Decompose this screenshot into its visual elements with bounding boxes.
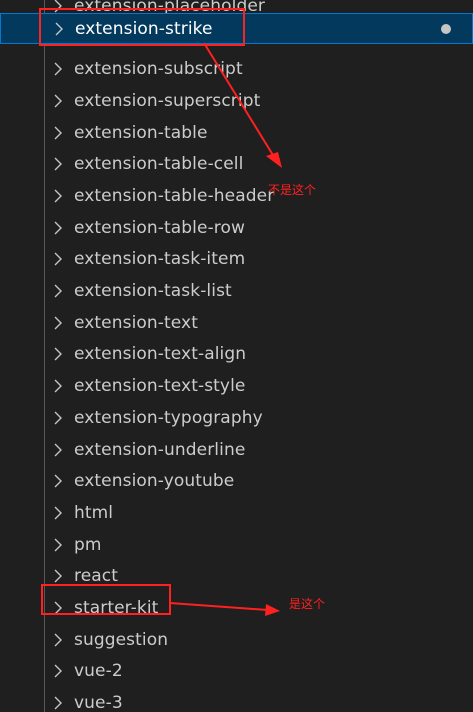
tree-item-vue-3[interactable]: vue-3 <box>0 688 473 712</box>
annotation-is-this: 是这个 <box>289 597 326 611</box>
tree-item-label: extension-table <box>74 122 208 143</box>
chevron-right-icon[interactable] <box>53 696 63 710</box>
chevron-right-icon[interactable] <box>53 347 63 361</box>
chevron-right-icon[interactable] <box>53 94 63 108</box>
tree-item-label: extension-text-style <box>74 376 246 397</box>
chevron-right-icon[interactable] <box>53 379 63 393</box>
chevron-right-icon[interactable] <box>53 0 63 13</box>
tree-item-extension-subscript[interactable]: extension-subscript <box>0 54 473 84</box>
tree-item-label: extension-superscript <box>74 91 261 112</box>
tree-item-label: pm <box>74 534 102 555</box>
chevron-right-icon[interactable] <box>53 538 63 552</box>
tree-item-extension-superscript[interactable]: extension-superscript <box>0 86 473 116</box>
tree-item-extension-underline[interactable]: extension-underline <box>0 435 473 465</box>
tree-item-extension-text-style[interactable]: extension-text-style <box>0 371 473 401</box>
tree-item-extension-youtube[interactable]: extension-youtube <box>0 466 473 496</box>
chevron-right-icon[interactable] <box>53 252 63 266</box>
tree-item-label: suggestion <box>74 629 169 650</box>
chevron-right-icon[interactable] <box>53 633 63 647</box>
chevron-right-icon[interactable] <box>53 189 63 203</box>
tree-item-react[interactable]: react <box>0 561 473 591</box>
chevron-right-icon[interactable] <box>53 474 63 488</box>
annotation-not-this: 不是这个 <box>268 183 317 197</box>
tree-item-label: extension-text <box>74 312 198 333</box>
tree-item-extension-table-row[interactable]: extension-table-row <box>0 213 473 243</box>
tree-item-label: starter-kit <box>74 597 159 618</box>
tree-item-label: extension-table-cell <box>74 154 244 175</box>
tree-item-label: vue-3 <box>74 692 123 712</box>
tree-item-label: vue-2 <box>74 661 123 682</box>
tree-item-label: extension-strike <box>75 19 213 39</box>
chevron-right-icon[interactable] <box>53 569 63 583</box>
tree-item-label: extension-youtube <box>74 471 235 492</box>
chevron-right-icon[interactable] <box>53 664 63 678</box>
tree-item-label: extension-task-list <box>74 281 232 302</box>
tree-item-extension-text-align[interactable]: extension-text-align <box>0 339 473 369</box>
chevron-right-icon[interactable] <box>53 221 63 235</box>
tree-item-extension-text[interactable]: extension-text <box>0 308 473 338</box>
tree-item-starter-kit[interactable]: starter-kit <box>0 593 473 623</box>
tree-item-extension-typography[interactable]: extension-typography <box>0 403 473 433</box>
tree-item-label: extension-task-item <box>74 249 246 270</box>
chevron-right-icon[interactable] <box>53 316 63 330</box>
tree-item-extension-table-header[interactable]: extension-table-header <box>0 181 473 211</box>
tree-item-suggestion[interactable]: suggestion <box>0 625 473 655</box>
chevron-right-icon[interactable] <box>53 157 63 171</box>
tree-item-extension-task-list[interactable]: extension-task-list <box>0 276 473 306</box>
chevron-right-icon[interactable] <box>53 443 63 457</box>
chevron-right-icon[interactable] <box>53 62 63 76</box>
tree-item-label: extension-table-header <box>74 186 275 207</box>
tree-item-vue-2[interactable]: vue-2 <box>0 656 473 686</box>
tree-item-pm[interactable]: pm <box>0 530 473 560</box>
chevron-right-icon[interactable] <box>53 284 63 298</box>
chevron-right-icon[interactable] <box>53 601 63 615</box>
tree-item-extension-strike[interactable]: extension-strike <box>0 13 473 44</box>
tree-item-label: html <box>74 502 114 523</box>
tree-item-label: react <box>74 566 119 587</box>
tree-item-extension-table-cell[interactable]: extension-table-cell <box>0 149 473 179</box>
tree-item-label: extension-typography <box>74 407 263 428</box>
chevron-right-icon[interactable] <box>53 506 63 520</box>
tree-item-label: extension-subscript <box>74 59 243 80</box>
tree-item-extension-task-item[interactable]: extension-task-item <box>0 244 473 274</box>
tree-item-label: extension-underline <box>74 439 246 460</box>
chevron-right-icon[interactable] <box>53 411 63 425</box>
tree-item-label: extension-text-align <box>74 344 247 365</box>
chevron-right-icon[interactable] <box>54 22 64 36</box>
tree-item-html[interactable]: html <box>0 498 473 528</box>
file-explorer-tree: extension-placeholder extension-strike ext… <box>0 0 473 712</box>
chevron-right-icon[interactable] <box>53 126 63 140</box>
tree-item-label: extension-table-row <box>74 217 246 238</box>
modified-dot-icon <box>441 24 451 34</box>
tree-item-extension-table[interactable]: extension-table <box>0 118 473 148</box>
